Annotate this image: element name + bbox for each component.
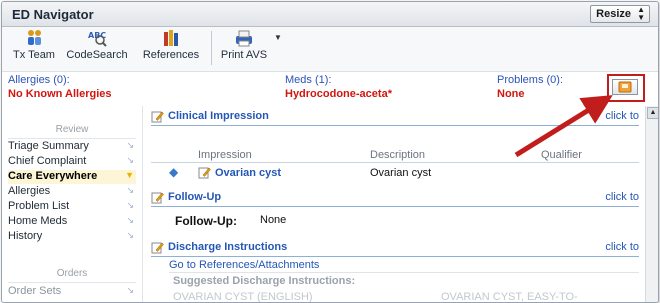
sidebar-item-allergies[interactable]: Allergies ↘ <box>8 185 136 199</box>
follow-up-label: Follow-Up: <box>175 214 237 228</box>
code-search-button[interactable]: ABC CodeSearch <box>62 29 132 61</box>
sidebar-item-label: History <box>8 230 43 242</box>
references-label: References <box>142 49 200 61</box>
sidebar-item-care-everywhere[interactable]: Care Everywhere ▼ <box>8 170 136 184</box>
discharge-instructions-title[interactable]: Discharge Instructions <box>168 241 287 253</box>
print-avs-label: Print AVS <box>220 49 268 61</box>
problems-value[interactable]: None <box>497 88 525 100</box>
print-preview-button[interactable] <box>607 74 645 102</box>
qualifier-column-header: Qualifier <box>541 149 582 161</box>
allergies-label[interactable]: Allergies (0): <box>8 74 70 86</box>
edit-pencil-icon[interactable] <box>151 110 164 126</box>
edit-pencil-icon[interactable] <box>151 191 164 207</box>
sidebar-item-home-meds[interactable]: Home Meds ↘ <box>8 215 136 229</box>
sidebar-item-triage-summary[interactable]: Triage Summary ↘ <box>8 140 136 154</box>
expand-arrow-icon: ↘ <box>126 285 134 295</box>
vertical-scrollbar[interactable]: ▲ <box>645 106 658 302</box>
follow-up-header: Follow-Up click to <box>151 190 639 207</box>
review-heading: Review <box>55 124 89 135</box>
patient-banner: Allergies (0): No Known Allergies Meds (… <box>2 72 658 106</box>
meds-label[interactable]: Meds (1): <box>285 74 331 86</box>
references-attachments-link[interactable]: Go to References/Attachments <box>169 259 319 271</box>
sidebar-divider <box>8 138 136 139</box>
sidebar-item-label: Triage Summary <box>8 140 89 152</box>
main-content: Clinical Impression click to Impression … <box>143 106 643 302</box>
sidebar: Review Triage Summary ↘ Chief Complaint … <box>2 106 143 302</box>
code-search-icon: ABC <box>86 29 108 47</box>
suggested-item-easy[interactable]: OVARIAN CYST, EASY-TO- <box>441 291 578 302</box>
sidebar-divider <box>8 282 136 283</box>
toolbar-separator <box>211 31 212 65</box>
title-bar: ED Navigator Resize ▲ ▼ <box>2 2 658 27</box>
edit-pencil-icon[interactable] <box>198 166 211 182</box>
sidebar-item-label: Chief Complaint <box>8 155 87 167</box>
print-preview-icon <box>612 79 638 95</box>
references-icon <box>160 29 182 47</box>
code-search-label: CodeSearch <box>66 49 128 61</box>
print-avs-button[interactable]: Print AVS <box>216 29 272 61</box>
suggested-instructions-label: Suggested Discharge Instructions: <box>173 275 356 287</box>
expand-arrow-icon: ↘ <box>126 200 134 210</box>
expand-arrow-icon: ↘ <box>126 140 134 150</box>
references-button[interactable]: References <box>135 29 207 61</box>
window-title: ED Navigator <box>12 7 94 22</box>
scroll-up-arrow-icon[interactable]: ▲ <box>647 107 658 119</box>
sidebar-item-label: Order Sets <box>8 285 62 297</box>
diamond-bullet-icon: ◆ <box>169 165 179 179</box>
section-divider <box>169 272 639 273</box>
printer-icon <box>233 29 255 47</box>
table-divider <box>151 162 639 163</box>
clinical-impression-title[interactable]: Clinical Impression <box>168 110 269 122</box>
problems-label[interactable]: Problems (0): <box>497 74 563 86</box>
team-icon <box>23 29 45 47</box>
sidebar-item-order-sets[interactable]: Order Sets ↘ <box>8 285 136 299</box>
description-value: Ovarian cyst <box>370 167 432 179</box>
expand-arrow-icon: ↘ <box>126 215 134 225</box>
tx-team-button[interactable]: Tx Team <box>8 29 60 61</box>
sidebar-item-label: Problem List <box>8 200 70 212</box>
ed-navigator-window: ED Navigator Resize ▲ ▼ Tx Team ABC Code… <box>1 1 659 303</box>
edit-pencil-icon[interactable] <box>151 241 164 257</box>
allergies-value[interactable]: No Known Allergies <box>8 88 112 100</box>
meds-value[interactable]: Hydrocodone-aceta* <box>285 88 392 100</box>
impression-column-header: Impression <box>198 149 252 161</box>
impression-value[interactable]: Ovarian cyst <box>215 167 281 179</box>
sidebar-item-label: Allergies <box>8 185 51 197</box>
resize-dropdown[interactable]: Resize ▲ ▼ <box>590 5 650 23</box>
sidebar-item-chief-complaint[interactable]: Chief Complaint ↘ <box>8 155 136 169</box>
expand-arrow-icon: ↘ <box>126 155 134 165</box>
follow-up-value: None <box>260 214 287 226</box>
expand-arrow-icon: ↘ <box>126 185 134 195</box>
sidebar-item-history[interactable]: History ↘ <box>8 230 136 244</box>
funnel-icon: ▼ <box>125 170 134 180</box>
toolbar: Tx Team ABC CodeSearch References Print … <box>2 27 658 72</box>
sidebar-item-label: Care Everywhere <box>8 170 98 182</box>
discharge-click-to[interactable]: click to <box>605 241 639 253</box>
tx-team-label: Tx Team <box>13 49 55 61</box>
clinical-impression-click-to[interactable]: click to <box>605 110 639 122</box>
updown-arrows-icon: ▲ ▼ <box>637 5 645 22</box>
follow-up-click-to[interactable]: click to <box>605 191 639 203</box>
discharge-instructions-header: Discharge Instructions click to <box>151 240 639 257</box>
suggested-item-english[interactable]: OVARIAN CYST (ENGLISH) <box>173 291 313 302</box>
print-dropdown-icon[interactable]: ▼ <box>274 33 282 42</box>
sidebar-item-label: Home Meds <box>8 215 68 227</box>
resize-label: Resize <box>596 8 631 20</box>
orders-heading: Orders <box>56 268 88 279</box>
follow-up-title[interactable]: Follow-Up <box>168 191 221 203</box>
expand-arrow-icon: ↘ <box>126 230 134 240</box>
clinical-impression-header: Clinical Impression click to <box>151 109 639 126</box>
description-column-header: Description <box>370 149 426 161</box>
sidebar-item-problem-list[interactable]: Problem List ↘ <box>8 200 136 214</box>
